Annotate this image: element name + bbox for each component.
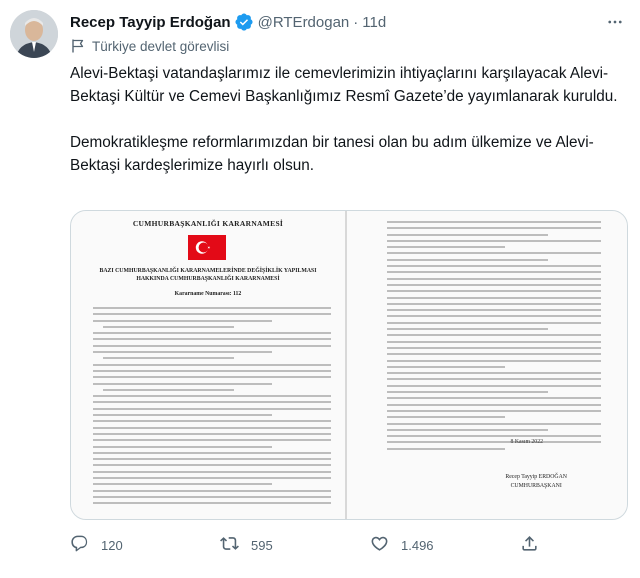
account-label-text: Türkiye devlet görevlisi xyxy=(92,38,230,54)
flag-icon xyxy=(70,38,86,54)
heart-icon xyxy=(370,534,389,556)
tweet-media-image[interactable]: CUMHURBAŞKANLIĞI KARARNAMESİ BAZI CUMHUR… xyxy=(70,210,628,520)
verified-badge-icon xyxy=(234,12,254,32)
document-page-right: 8 Kasım 2022 Recep Tayyip ERDOĞAN CUMHUR… xyxy=(347,211,627,519)
retweet-button[interactable]: 595 xyxy=(220,534,330,556)
document-date: 8 Kasım 2022 xyxy=(510,439,543,445)
more-dots-icon[interactable] xyxy=(604,11,626,33)
author-name[interactable]: Recep Tayyip Erdoğan xyxy=(70,14,231,31)
document-signer-name: Recep Tayyip ERDOĞAN xyxy=(505,474,567,480)
tweet-header: Recep Tayyip Erdoğan @RTErdogan · 11d xyxy=(70,11,626,33)
reply-icon xyxy=(70,534,89,556)
separator-dot: · xyxy=(353,13,359,31)
share-button[interactable] xyxy=(520,534,540,556)
document-title: BAZI CUMHURBAŞKANLIĞI KARARNAMELERİNDE D… xyxy=(99,268,317,282)
reply-button[interactable]: 120 xyxy=(70,534,180,556)
document-signer-title: CUMHURBAŞKANI xyxy=(510,483,562,489)
reply-count: 120 xyxy=(101,537,123,553)
document-heading: CUMHURBAŞKANLIĞI KARARNAMESİ xyxy=(132,219,284,228)
turkish-flag-image xyxy=(188,235,226,260)
author-handle[interactable]: @RTErdogan xyxy=(258,14,350,31)
tweet-timestamp[interactable]: 11d xyxy=(362,14,386,31)
like-count: 1.496 xyxy=(401,537,434,553)
tweet-paragraph-1: Alevi-Bektaşi vatandaşlarımız ile cemevl… xyxy=(70,65,618,105)
document-page-left: CUMHURBAŞKANLIĞI KARARNAMESİ BAZI CUMHUR… xyxy=(71,211,347,519)
document-body-left xyxy=(93,307,331,509)
tweet-text: Alevi-Bektaşi vatandaşlarımız ile cemevl… xyxy=(70,62,630,177)
retweet-count: 595 xyxy=(251,537,273,553)
document-number: Kararname Numarası: 112 xyxy=(174,291,242,297)
tweet-paragraph-2: Demokratikleşme reformlarımızdan bir tan… xyxy=(70,134,594,174)
account-label[interactable]: Türkiye devlet görevlisi xyxy=(70,37,229,55)
like-button[interactable]: 1.496 xyxy=(370,534,480,556)
tweet[interactable]: Recep Tayyip Erdoğan @RTErdogan · 11d Tü… xyxy=(0,0,640,578)
document-body-right xyxy=(387,221,601,454)
document-signature-block: Recep Tayyip ERDOĞAN CUMHURBAŞKANI xyxy=(505,473,567,491)
tweet-action-bar: 120 595 1.496 xyxy=(70,530,540,560)
retweet-icon xyxy=(220,534,239,556)
share-icon xyxy=(520,534,539,556)
avatar[interactable] xyxy=(10,10,58,58)
